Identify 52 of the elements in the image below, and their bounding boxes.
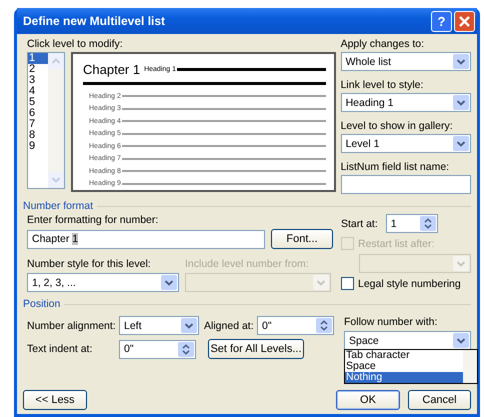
set-for-all-levels-button[interactable]: Set for All Levels... (208, 339, 304, 359)
spinner-arrows-icon[interactable] (420, 216, 436, 231)
spinner-field[interactable]: 1 (386, 214, 438, 233)
level-item[interactable]: 8 (28, 130, 48, 141)
spinner-field[interactable]: 0" (257, 316, 334, 335)
field-label: ListNum field list name: (340, 161, 450, 173)
window-title: Define new Multilevel list (23, 14, 166, 28)
level-item[interactable]: 1 (28, 53, 48, 64)
dropdown[interactable]: Left (119, 316, 199, 335)
font-button[interactable]: Font... (271, 229, 333, 249)
level-item[interactable]: 2 (28, 64, 48, 75)
level-item[interactable]: 4 (28, 86, 48, 97)
spinner-arrows-icon[interactable] (178, 342, 194, 356)
spinner-arrows-icon[interactable] (316, 318, 332, 333)
section-title: Position (23, 298, 60, 310)
dropdown[interactable]: Heading 1 (340, 93, 471, 112)
field-label: Aligned at: (204, 320, 255, 332)
text-field[interactable] (340, 175, 471, 194)
scrollbar[interactable] (463, 350, 477, 383)
field-label: Enter formatting for number: (27, 214, 160, 226)
preview-number: Chapter 1 (83, 62, 140, 76)
field-label: Number alignment: (27, 320, 117, 332)
dropdown[interactable]: Whole list (340, 52, 471, 71)
field-label: Link level to style: (340, 79, 424, 91)
spinner-field[interactable]: 0" (119, 340, 196, 358)
field-label: Click level to modify: (27, 38, 124, 50)
field-label: Level to show in gallery: (340, 120, 454, 132)
dropdown[interactable]: Level 1 (340, 134, 471, 153)
close-icon (459, 16, 470, 26)
close-button[interactable] (454, 10, 475, 32)
ok-button[interactable]: OK (336, 390, 400, 410)
field-label: Number style for this level: (27, 258, 152, 270)
field-label: Start at: (341, 218, 378, 230)
dropdown-option[interactable]: Nothing (345, 372, 463, 383)
field-label: Include level number from: (185, 258, 310, 270)
level-item[interactable]: 9 (28, 141, 48, 152)
section-title: Number format (23, 200, 94, 212)
less-button[interactable]: << Less (23, 390, 87, 410)
level-item[interactable]: 6 (28, 108, 48, 119)
number-format-field[interactable]: Chapter 1 (27, 230, 265, 248)
level-item[interactable]: 3 (28, 75, 48, 86)
field-label: Apply changes to: (340, 38, 426, 50)
help-button[interactable]: ? (431, 10, 452, 32)
cancel-button[interactable]: Cancel (408, 390, 471, 410)
field-label: Follow number with: (344, 316, 438, 328)
checkbox-label: Restart list after: (358, 238, 434, 250)
level-item[interactable]: 5 (28, 97, 48, 108)
field-label: Text indent at: (27, 343, 94, 355)
dropdown[interactable]: 1, 2, 3, ... (27, 273, 179, 292)
level-item[interactable]: 7 (28, 119, 48, 130)
checkbox[interactable] (341, 277, 354, 290)
checkbox-label: Legal style numbering (358, 278, 461, 290)
